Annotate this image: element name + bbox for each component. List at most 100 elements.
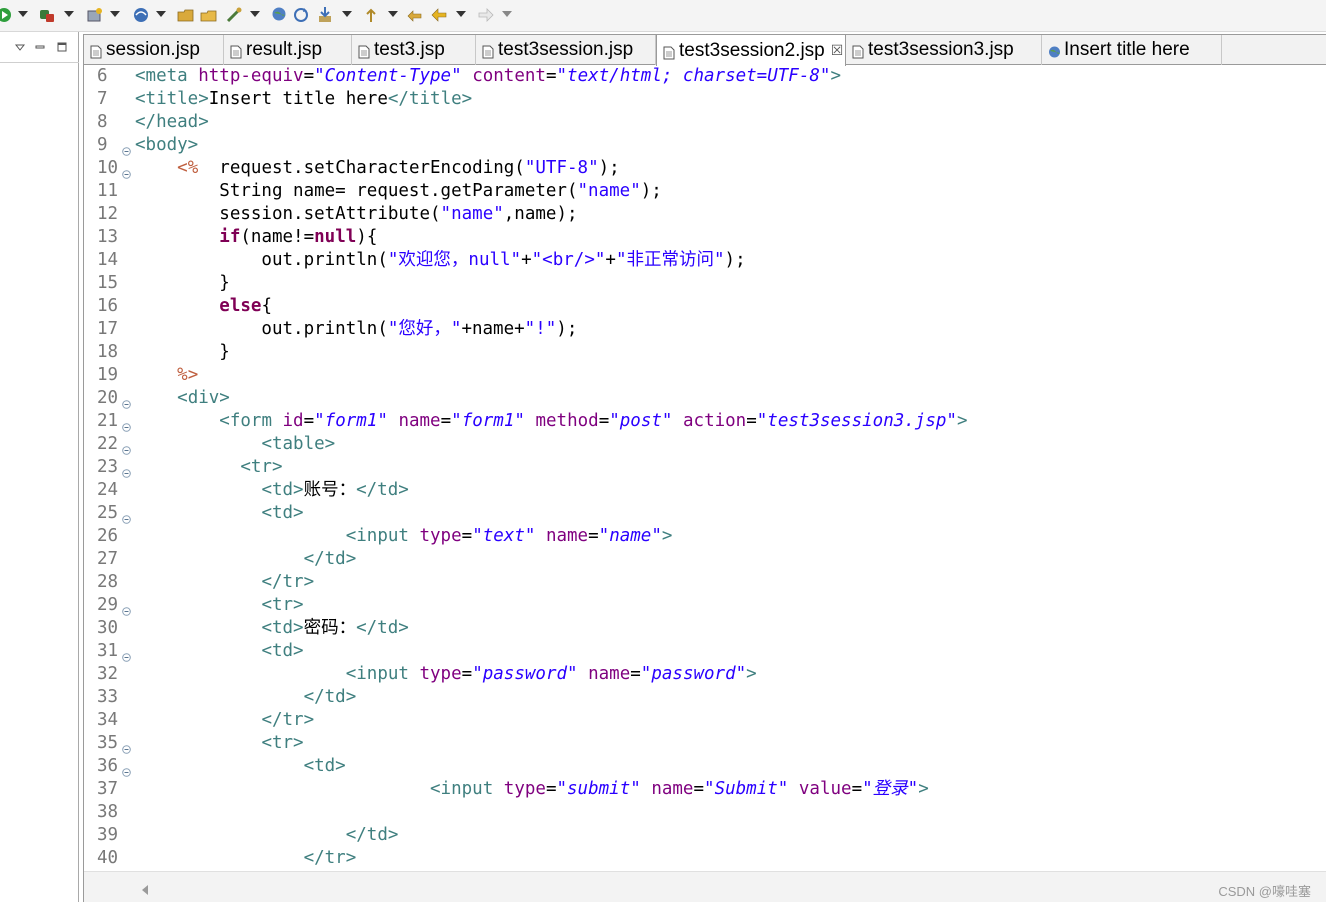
code-line[interactable]: if(name!=null){ <box>135 226 377 249</box>
scroll-left-icon[interactable] <box>140 881 150 895</box>
deploy-dropdown-icon[interactable] <box>250 11 260 29</box>
code-line[interactable]: <td> <box>135 755 346 778</box>
code-line[interactable]: </td> <box>135 824 399 847</box>
code-token: "非正常访问" <box>615 250 725 270</box>
code-token: type <box>419 664 462 684</box>
code-line[interactable]: <input type="password" name="password"> <box>135 663 757 686</box>
download-icon[interactable] <box>316 6 334 24</box>
code-line[interactable]: </td> <box>135 548 357 571</box>
fold-toggle-icon[interactable] <box>122 762 131 777</box>
code-line[interactable]: <table> <box>135 433 335 456</box>
tab-session-jsp[interactable]: session.jsp <box>84 35 224 65</box>
code-line[interactable]: out.println("欢迎您，null"+"<br/>"+"非正常访问"); <box>135 249 745 272</box>
back-icon[interactable] <box>431 6 449 24</box>
code-line[interactable]: </tr> <box>135 847 357 870</box>
upload-icon[interactable] <box>362 6 380 24</box>
fold-toggle-icon[interactable] <box>122 164 131 179</box>
tab-result-jsp[interactable]: result.jsp <box>224 35 352 65</box>
code-line[interactable]: %> <box>135 364 198 387</box>
maximize-icon[interactable] <box>56 38 68 52</box>
code-editor: session.jsp result.jsp test3.jsp test3sessi… <box>83 34 1326 902</box>
debug-dropdown-icon[interactable] <box>64 11 74 29</box>
code-line[interactable]: <td> <box>135 640 303 663</box>
deploy-icon[interactable] <box>225 6 243 24</box>
code-token: %> <box>177 365 199 385</box>
fold-toggle-icon[interactable] <box>122 440 131 455</box>
code-token: </td> <box>356 480 409 500</box>
fold-toggle-icon[interactable] <box>122 417 131 432</box>
sync-icon[interactable] <box>292 6 310 24</box>
debug-icon[interactable] <box>38 6 56 24</box>
tab-test3session3-jsp[interactable]: test3session3.jsp <box>846 35 1042 65</box>
code-line[interactable]: <input type="submit" name="Submit" value… <box>135 778 929 801</box>
code-token: +name+ <box>461 319 525 339</box>
web-browser-icon[interactable] <box>132 6 150 24</box>
code-token: "submit" <box>556 779 641 799</box>
code-token: <meta <box>135 66 199 86</box>
tab-test3session-jsp[interactable]: test3session.jsp <box>476 35 656 65</box>
line-number: 31 <box>97 641 119 661</box>
code-line[interactable]: <input type="text" name="name"> <box>135 525 673 548</box>
download-dropdown-icon[interactable] <box>342 11 352 29</box>
globe-icon[interactable] <box>271 6 289 24</box>
code-line[interactable]: String name= request.getParameter("name"… <box>135 180 662 203</box>
fold-toggle-icon[interactable] <box>122 601 131 616</box>
line-number: 27 <box>97 549 119 569</box>
code-line[interactable]: <title>Insert title here</title> <box>135 88 472 111</box>
code-token: <td> <box>261 503 304 523</box>
fold-toggle-icon[interactable] <box>122 509 131 524</box>
code-token: </td> <box>345 825 399 845</box>
view-menu-icon[interactable] <box>14 38 26 51</box>
code-line[interactable]: <form id="form1" name="form1" method="po… <box>135 410 967 433</box>
code-line[interactable]: <tr> <box>135 594 303 617</box>
code-line[interactable]: } <box>135 272 230 295</box>
code-line[interactable]: out.println("您好，"+name+"!"); <box>135 318 577 341</box>
minimize-icon[interactable] <box>34 38 46 50</box>
last-edit-icon[interactable] <box>407 6 425 24</box>
run-icon[interactable] <box>0 6 18 24</box>
back-dropdown-icon[interactable] <box>456 11 466 29</box>
code-line[interactable]: } <box>135 341 230 364</box>
code-line[interactable]: else{ <box>135 295 272 318</box>
code-line[interactable]: <body> <box>135 134 198 157</box>
code-token: <div> <box>177 388 230 408</box>
run-dropdown-icon[interactable] <box>18 11 28 29</box>
web-browser-dropdown-icon[interactable] <box>156 11 166 29</box>
code-line[interactable]: <td> <box>135 502 304 525</box>
code-line[interactable]: </td> <box>135 686 357 709</box>
code-line[interactable]: </head> <box>135 111 209 134</box>
new-server-icon[interactable] <box>86 6 104 24</box>
code-token: = <box>303 66 315 86</box>
code-line[interactable]: <td>账号：</td> <box>135 479 409 502</box>
code-token: = <box>545 779 557 799</box>
fold-toggle-icon[interactable] <box>122 394 131 409</box>
code-text-area[interactable]: <meta http-equiv="Content-Type" content=… <box>131 65 1326 871</box>
code-line[interactable]: session.setAttribute("name",name); <box>135 203 577 226</box>
fold-toggle-icon[interactable] <box>122 647 131 662</box>
fold-toggle-icon[interactable] <box>122 739 131 754</box>
code-line[interactable]: <div> <box>135 387 230 410</box>
forward-dropdown-icon[interactable] <box>502 11 512 29</box>
new-server-dropdown-icon[interactable] <box>110 11 120 29</box>
upload-dropdown-icon[interactable] <box>388 11 398 29</box>
fold-toggle-icon[interactable] <box>122 141 131 156</box>
tab-test3session2-jsp[interactable]: test3session2.jsp ☒ <box>656 35 846 66</box>
open-folder-icon[interactable] <box>177 6 195 24</box>
close-tab-icon[interactable]: ☒ <box>831 42 844 59</box>
code-line[interactable]: <tr> <box>135 732 303 755</box>
horizontal-scrollbar[interactable]: CSDN @嚎哇塞 <box>84 871 1326 902</box>
code-line[interactable]: </tr> <box>135 571 314 594</box>
code-line[interactable]: <% request.setCharacterEncoding("UTF-8")… <box>135 157 620 180</box>
tab-insert-title-here[interactable]: Insert title here <box>1042 35 1222 65</box>
code-line[interactable]: <meta http-equiv="Content-Type" content=… <box>135 65 841 88</box>
fold-toggle-icon[interactable] <box>122 463 131 478</box>
code-line[interactable]: <tr> <box>135 456 282 479</box>
forward-icon[interactable] <box>477 6 495 24</box>
code-line[interactable]: <td>密码：</td> <box>135 617 408 640</box>
tab-test3-jsp[interactable]: test3.jsp <box>352 35 476 65</box>
code-line[interactable]: </tr> <box>135 709 314 732</box>
open-file-icon[interactable] <box>200 6 218 24</box>
